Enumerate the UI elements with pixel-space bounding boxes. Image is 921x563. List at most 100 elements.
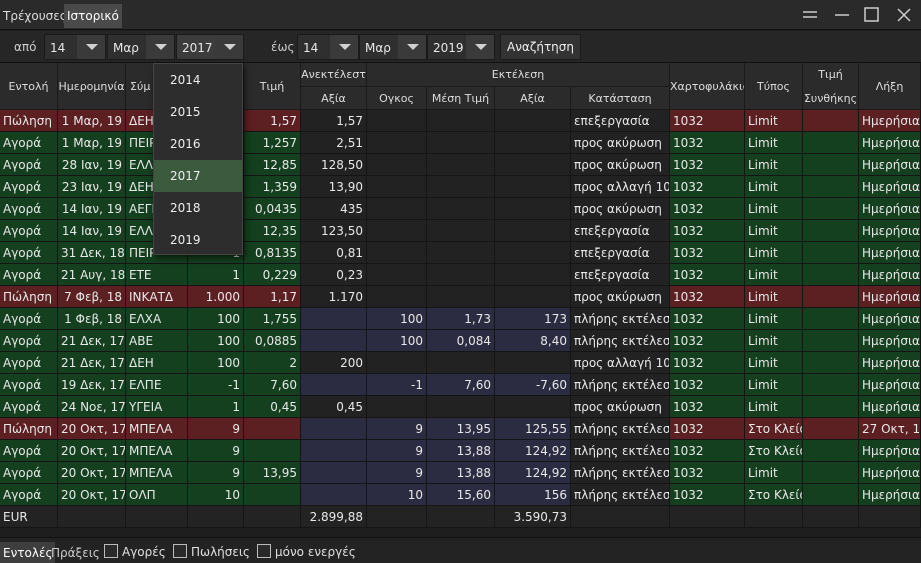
tab-current[interactable]: Τρέχουσες — [0, 4, 70, 28]
chevron-down-icon[interactable] — [215, 35, 243, 59]
cell-vol: 9 — [367, 418, 427, 440]
cell-date: 14 Ιαν, 19 — [58, 198, 126, 220]
header-portfolio[interactable]: Χαρτοφυλάκιο — [670, 63, 745, 110]
header-cond-price[interactable]: Τιμή Συνθήκης — [803, 63, 859, 110]
year-option[interactable]: 2016 — [154, 128, 242, 160]
chevron-down-icon[interactable] — [330, 35, 358, 59]
from-year-value: 2017 — [182, 41, 213, 55]
chevron-down-icon[interactable] — [77, 35, 105, 59]
cell-price: 0,0435 — [244, 198, 301, 220]
cell-order: Αγορά — [0, 176, 58, 198]
year-option-selected[interactable]: 2017 — [154, 160, 242, 192]
cell-cond — [803, 198, 859, 220]
cell-exp: Ημερήσια — [859, 396, 921, 418]
header-unexec-value[interactable]: Αξία — [301, 87, 367, 110]
cell-val — [495, 154, 571, 176]
empty-cell — [427, 506, 495, 528]
cell-price: 1,257 — [244, 132, 301, 154]
to-year-select[interactable]: 2019 — [427, 34, 495, 60]
active-only-checkbox[interactable] — [257, 544, 271, 558]
header-price[interactable]: Τιμή — [244, 63, 301, 110]
cell-exp: Ημερήσια — [859, 198, 921, 220]
cell-status: επεξεργασία — [571, 264, 670, 286]
sells-checkbox[interactable] — [173, 544, 187, 558]
year-option[interactable]: 2014 — [154, 64, 242, 96]
cell-avg — [427, 286, 495, 308]
chevron-down-icon[interactable] — [466, 35, 494, 59]
table-row[interactable]: Αγορά 20 Οκτ, 17 ΜΠΕΛΑ 9 9 13,88 124,92 πλήρης … — [0, 440, 921, 462]
minimize-icon[interactable] — [832, 5, 852, 25]
to-month-select[interactable]: Μαρ — [359, 34, 427, 60]
cell-cond — [803, 242, 859, 264]
table-row[interactable]: Αγορά 24 Νοε, 17 ΥΓΕΙΑ 1 0,45 0,45 προς ακύρωσ… — [0, 396, 921, 418]
cell-status: πλήρης εκτέλεσ — [571, 418, 670, 440]
from-day-select[interactable]: 14 — [44, 34, 106, 60]
cell-val — [495, 242, 571, 264]
tab-trades[interactable]: Πράξεις — [48, 542, 103, 563]
tab-history[interactable]: Ιστορικό — [64, 4, 122, 28]
table-row[interactable]: Αγορά 20 Οκτ, 17 ΜΠΕΛΑ 9 13,95 9 13,88 124,92 πλ… — [0, 462, 921, 484]
cell-exp: Ημερήσια — [859, 264, 921, 286]
table-row[interactable]: Αγορά 1 Μαρ, 19 ΠΕΙΡ 1,257 2,51 προς ακύρωση 1… — [0, 132, 921, 154]
header-expiry[interactable]: Λήξη — [859, 63, 921, 110]
from-month-select[interactable]: Μαρ — [107, 34, 175, 60]
header-avg-price[interactable]: Μέση Τιμή — [427, 87, 495, 110]
header-status[interactable]: Κατάσταση — [571, 87, 670, 110]
table-row[interactable]: Αγορά 23 Ιαν, 19 ΔΕΗ 1,359 13,90 προς αλλαγή … — [0, 176, 921, 198]
menu-icon[interactable] — [800, 5, 820, 25]
buys-checkbox[interactable] — [104, 544, 118, 558]
to-day-select[interactable]: 14 — [297, 34, 359, 60]
table-row[interactable]: Αγορά 21 Αυγ, 18 ΕΤΕ 1 0,229 0,23 επεξεργασία 1… — [0, 264, 921, 286]
empty-cell — [126, 506, 188, 528]
cell-status: πλήρης εκτέλεσ — [571, 374, 670, 396]
table-row[interactable]: Πώληση 7 Φεβ, 18 ΙΝΚΑΤΔ 1.000 1,17 1.170 προς … — [0, 286, 921, 308]
cell-cond — [803, 154, 859, 176]
cell-status: επεξεργασία — [571, 242, 670, 264]
cell-price: 1,57 — [244, 110, 301, 132]
cell-pf: 1032 — [670, 220, 745, 242]
header-date[interactable]: Ημερομηνία — [58, 63, 126, 110]
from-year-select[interactable]: 2017 — [176, 34, 244, 60]
cell-vol: 100 — [367, 330, 427, 352]
chevron-down-icon[interactable] — [146, 35, 174, 59]
cell-unexec: 0,23 — [301, 264, 367, 286]
table-row[interactable]: Πώληση 1 Μαρ, 19 ΔΕΗ 1,57 1,57 επεξεργασία 103… — [0, 110, 921, 132]
table-row[interactable]: Αγορά14 Ιαν, 19ΑΕΓΕΚ10.0000,0435435προς … — [0, 198, 921, 220]
year-option[interactable]: 2018 — [154, 192, 242, 224]
search-button[interactable]: Αναζήτηση — [500, 34, 581, 60]
table-row[interactable]: Αγορά 19 Δεκ, 17 ΕΛΠΕ -1 7,60 -1 7,60 -7,60 πλήρ… — [0, 374, 921, 396]
table-row[interactable]: Αγορά14 Ιαν, 19ΕΛΛ1012,35123,50επεξεργασ… — [0, 220, 921, 242]
table-row[interactable]: Αγορά 21 Δεκ, 17 ΔΕΗ 100 2 200 προς αλλαγή 10 1… — [0, 352, 921, 374]
chevron-down-icon[interactable] — [398, 35, 426, 59]
table-row[interactable]: Αγορά 20 Οκτ, 17 ΟΛΠ 10 10 15,60 156 πλήρης εκτ… — [0, 484, 921, 506]
cell-status: πλήρης εκτέλεσ — [571, 440, 670, 462]
to-year-value: 2019 — [433, 41, 464, 55]
table-row[interactable]: Αγορά 21 Δεκ, 17 ΑΒΕ 100 0,0885 100 0,084 8,40 π… — [0, 330, 921, 352]
cell-vol — [367, 154, 427, 176]
cell-date: 1 Μαρ, 19 — [58, 110, 126, 132]
header-value[interactable]: Αξία — [495, 87, 571, 110]
table-row[interactable]: Αγορά 1 Φεβ, 18 ΕΛΧΑ 100 1,755 100 1,73 173 πλήρ… — [0, 308, 921, 330]
cell-pf: 1032 — [670, 264, 745, 286]
cell-cond — [803, 418, 859, 440]
header-type[interactable]: Τύπος — [745, 63, 803, 110]
year-option[interactable]: 2015 — [154, 96, 242, 128]
cell-date: 21 Δεκ, 17 — [58, 330, 126, 352]
header-volume[interactable]: Ογκος — [367, 87, 427, 110]
table-row[interactable]: Αγορά31 Δεκ, 18ΠΕΙΡ10,81350,81επεξεργασί… — [0, 242, 921, 264]
cell-symbol: ΥΓΕΙΑ — [126, 396, 188, 418]
year-option[interactable]: 2019 — [154, 224, 242, 256]
cell-price — [244, 440, 301, 462]
cell-avg — [427, 352, 495, 374]
empty-cell — [859, 506, 921, 528]
close-icon[interactable] — [894, 5, 914, 25]
table-row[interactable]: Πώληση 20 Οκτ, 17 ΜΠΕΛΑ 9 9 13,95 125,55 πλήρης… — [0, 418, 921, 440]
cell-val: 124,92 — [495, 462, 571, 484]
cell-type: Limit — [745, 264, 803, 286]
header-order[interactable]: Εντολή — [0, 63, 58, 110]
cell-pf: 1032 — [670, 286, 745, 308]
cell-type: Limit — [745, 220, 803, 242]
table-row[interactable]: Αγορά28 Ιαν, 19ΕΛΛ1012,85128,50προς ακύρ… — [0, 154, 921, 176]
maximize-icon[interactable] — [862, 5, 882, 25]
cell-unexec: 435 — [301, 198, 367, 220]
